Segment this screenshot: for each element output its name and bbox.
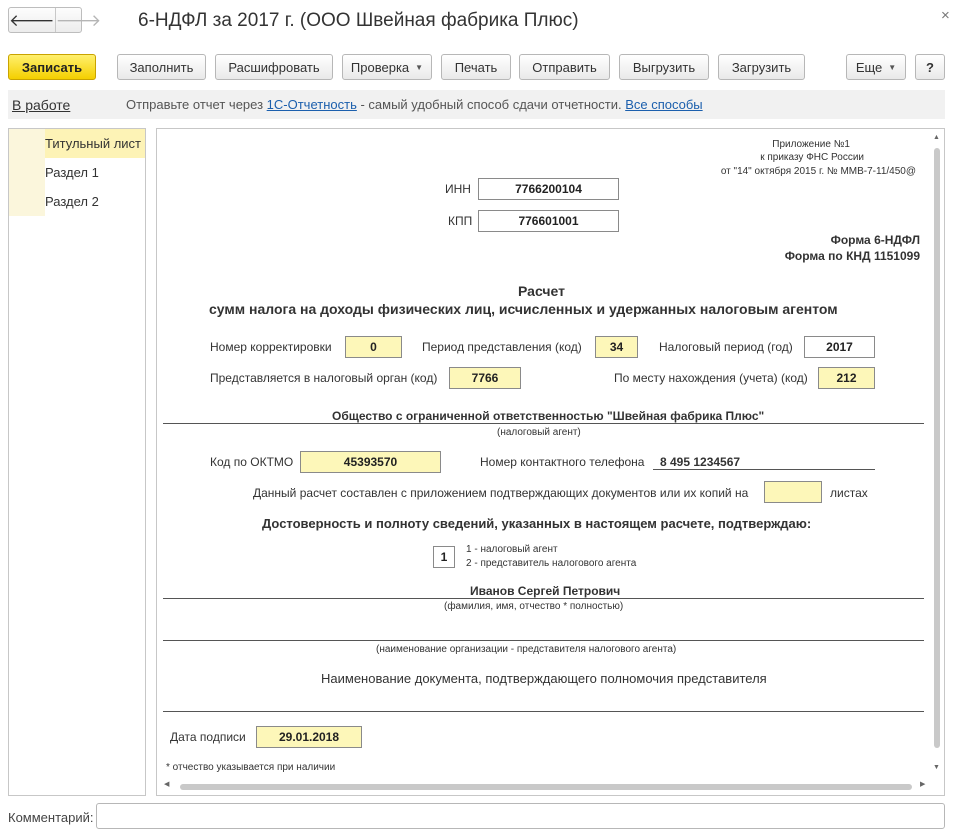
vertical-scroll-thumb[interactable] (934, 148, 940, 748)
confirm-heading: Достоверность и полноту сведений, указан… (262, 516, 812, 531)
print-button[interactable]: Печать (441, 54, 511, 80)
decode-button[interactable]: Расшифровать (215, 54, 333, 80)
status-link[interactable]: В работе (12, 97, 70, 113)
form-name: Форма 6-НДФЛ (830, 233, 920, 247)
info-text-suffix: - самый удобный способ сдачи отчетности. (356, 97, 626, 112)
more-dropdown-button[interactable]: Еще ▼ (846, 54, 906, 80)
scroll-up-icon[interactable]: ▲ (933, 134, 940, 141)
link-1c-reporting[interactable]: 1С-Отчетность (267, 97, 357, 112)
appendix-line-1: Приложение №1 (772, 139, 850, 150)
oktmo-label: Код по ОКТМО (210, 455, 294, 469)
close-icon[interactable]: × (941, 7, 950, 24)
horizontal-scroll-thumb[interactable] (180, 784, 912, 790)
help-button[interactable]: ? (915, 54, 945, 80)
phone-line (653, 469, 875, 470)
signer-name[interactable]: Иванов Сергей Петрович (470, 584, 620, 598)
appendix-line-3: от "14" октября 2015 г. № ММВ-7-11/450@ (720, 166, 916, 177)
back-button[interactable]: 🡐 (9, 8, 55, 32)
section-marker (9, 129, 45, 158)
signer-option-2: 2 - представитель налогового агента (466, 558, 637, 569)
tax-period-label: Налоговый период (год) (659, 340, 793, 354)
agent-name[interactable]: Общество с ограниченной ответственностью… (332, 409, 764, 423)
signer-option-1: 1 - налоговый агент (466, 544, 558, 555)
info-message: Отправьте отчет через 1С-Отчетность - са… (126, 97, 703, 112)
agent-caption: (налоговый агент) (497, 427, 581, 438)
tax-organ-label: Представляется в налоговый орган (код) (210, 371, 438, 385)
sign-date-field[interactable]: 29.01.2018 (256, 726, 362, 748)
tax-organ-field[interactable]: 7766 (449, 367, 521, 389)
form-knd: Форма по КНД 1151099 (784, 249, 920, 263)
period-label: Период представления (код) (422, 340, 582, 354)
signer-code-field[interactable]: 1 (433, 546, 455, 568)
location-field[interactable]: 212 (818, 367, 875, 389)
info-text-prefix: Отправьте отчет через (126, 97, 267, 112)
location-label: По месту нахождения (учета) (код) (614, 371, 808, 385)
download-button[interactable]: Загрузить (718, 54, 805, 80)
form-heading-2: сумм налога на доходы физических лиц, ис… (209, 301, 838, 317)
appendix-line-2: к приказу ФНС России (760, 152, 864, 163)
inn-field[interactable]: 7766200104 (478, 178, 619, 200)
horizontal-scrollbar[interactable]: ◀ ▶ (160, 781, 930, 792)
arrow-right-icon: 🡒 (55, 10, 102, 30)
chevron-down-icon: ▼ (415, 62, 424, 72)
section-item-section-1[interactable]: Раздел 1 (9, 158, 145, 187)
check-button-label: Проверка (350, 59, 410, 75)
forward-button[interactable]: 🡒 (54, 8, 102, 32)
sign-date-label: Дата подписи (170, 730, 246, 744)
section-item-section-2[interactable]: Раздел 2 (9, 187, 145, 216)
scroll-right-icon[interactable]: ▶ (920, 780, 925, 788)
section-item-title-page[interactable]: Титульный лист (9, 129, 145, 158)
comment-label: Комментарий: (8, 810, 94, 825)
more-button-label: Еще (855, 59, 883, 75)
check-dropdown-button[interactable]: Проверка ▼ (342, 54, 432, 80)
vertical-scrollbar[interactable]: ▲ ▼ (931, 134, 942, 774)
doc-label: Наименование документа, подтверждающего … (321, 671, 767, 686)
doc-line (163, 711, 924, 712)
section-label: Раздел 1 (45, 165, 99, 180)
rep-org-line (163, 640, 924, 641)
section-label: Раздел 2 (45, 194, 99, 209)
send-button[interactable]: Отправить (519, 54, 610, 80)
period-field[interactable]: 34 (595, 336, 638, 358)
section-marker (9, 187, 45, 216)
correction-field[interactable]: 0 (345, 336, 402, 358)
section-marker (9, 158, 45, 187)
inn-label: ИНН (445, 182, 471, 196)
scroll-down-icon[interactable]: ▼ (933, 764, 940, 771)
chevron-down-icon: ▼ (888, 62, 897, 72)
kpp-label: КПП (448, 214, 473, 228)
signer-caption: (фамилия, имя, отчество * полностью) (444, 601, 624, 612)
agent-name-line (163, 423, 924, 424)
signer-name-line (163, 598, 924, 599)
arrow-left-icon: 🡐 (9, 10, 55, 30)
window-title: 6-НДФЛ за 2017 г. (ООО Швейная фабрика П… (138, 10, 579, 31)
phone-value[interactable]: 8 495 1234567 (660, 455, 740, 469)
sections-panel: Титульный лист Раздел 1 Раздел 2 (8, 128, 146, 796)
attach-label: Данный расчет составлен с приложением по… (253, 486, 749, 500)
oktmo-field[interactable]: 45393570 (300, 451, 441, 473)
section-label: Титульный лист (45, 136, 142, 151)
comment-input[interactable] (96, 803, 945, 829)
footnote: * отчество указывается при наличии (166, 762, 336, 773)
link-all-methods[interactable]: Все способы (625, 97, 702, 112)
tax-period-field[interactable]: 2017 (804, 336, 875, 358)
attach-suffix: листах (830, 486, 868, 500)
upload-button[interactable]: Выгрузить (619, 54, 709, 80)
form-heading-1: Расчет (518, 283, 565, 299)
correction-label: Номер корректировки (210, 340, 332, 354)
kpp-field[interactable]: 776601001 (478, 210, 619, 232)
rep-org-caption: (наименование организации - представител… (376, 644, 677, 655)
save-button[interactable]: Записать (8, 54, 96, 80)
scroll-left-icon[interactable]: ◀ (164, 780, 169, 788)
history-nav: 🡐 🡒 (8, 7, 101, 33)
fill-button[interactable]: Заполнить (117, 54, 206, 80)
attach-sheets-field[interactable] (764, 481, 822, 503)
phone-label: Номер контактного телефона (480, 455, 645, 469)
